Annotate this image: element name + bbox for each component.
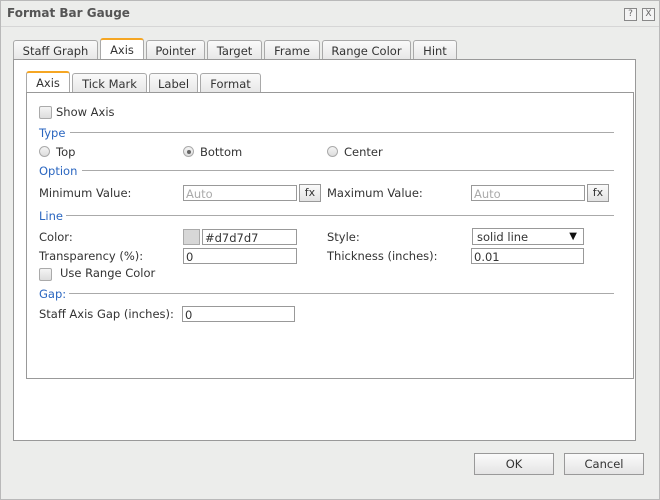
subtab-axis[interactable]: Axis bbox=[26, 71, 70, 94]
use-range-color-checkbox[interactable] bbox=[39, 268, 52, 281]
tab-frame[interactable]: Frame bbox=[264, 40, 320, 60]
transparency-input[interactable]: 0 bbox=[183, 248, 297, 264]
gap-divider bbox=[69, 293, 614, 294]
tab-range-color[interactable]: Range Color bbox=[322, 40, 411, 60]
style-select[interactable]: solid line ▼ bbox=[472, 228, 584, 245]
tab-staff-graph[interactable]: Staff Graph bbox=[13, 40, 98, 60]
minimum-value-label: Minimum Value: bbox=[39, 186, 132, 200]
title-bar[interactable]: Format Bar Gauge ? X bbox=[1, 1, 659, 27]
tab-target[interactable]: Target bbox=[207, 40, 262, 60]
line-divider bbox=[66, 215, 614, 216]
thickness-label: Thickness (inches): bbox=[327, 249, 438, 263]
type-center-radio[interactable] bbox=[327, 146, 338, 157]
maximum-value-input[interactable]: Auto bbox=[471, 185, 585, 201]
maximum-value-fx-button[interactable]: fx bbox=[587, 184, 609, 202]
option-section-label: Option bbox=[39, 164, 78, 178]
thickness-input[interactable]: 0.01 bbox=[471, 248, 584, 264]
dialog-title: Format Bar Gauge bbox=[7, 6, 130, 20]
staff-axis-gap-label: Staff Axis Gap (inches): bbox=[39, 307, 174, 321]
cancel-button[interactable]: Cancel bbox=[564, 453, 644, 475]
style-select-value: solid line bbox=[477, 230, 529, 244]
type-divider bbox=[70, 132, 614, 133]
maximum-value-label: Maximum Value: bbox=[327, 186, 423, 200]
gap-section-label: Gap: bbox=[39, 287, 67, 301]
subtab-tick-mark[interactable]: Tick Mark bbox=[72, 73, 147, 93]
tab-axis[interactable]: Axis bbox=[100, 38, 144, 61]
type-bottom-label: Bottom bbox=[200, 145, 243, 159]
type-top-radio[interactable] bbox=[39, 146, 50, 157]
minimum-value-fx-button[interactable]: fx bbox=[299, 184, 321, 202]
show-axis-checkbox[interactable] bbox=[39, 106, 52, 119]
close-icon[interactable]: X bbox=[642, 8, 655, 21]
type-top-label: Top bbox=[56, 145, 76, 159]
tab-pointer[interactable]: Pointer bbox=[146, 40, 205, 60]
minimum-value-input[interactable]: Auto bbox=[183, 185, 297, 201]
tab-hint[interactable]: Hint bbox=[413, 40, 457, 60]
subtab-format[interactable]: Format bbox=[200, 73, 261, 93]
color-input[interactable]: #d7d7d7 bbox=[202, 229, 297, 245]
help-icon[interactable]: ? bbox=[624, 8, 637, 21]
ok-button[interactable]: OK bbox=[474, 453, 554, 475]
subtab-label[interactable]: Label bbox=[149, 73, 198, 93]
line-section-label: Line bbox=[39, 209, 63, 223]
type-bottom-radio[interactable] bbox=[183, 146, 194, 157]
option-divider bbox=[82, 170, 614, 171]
staff-axis-gap-input[interactable]: 0 bbox=[182, 306, 295, 322]
show-axis-label: Show Axis bbox=[56, 105, 115, 119]
style-label: Style: bbox=[327, 230, 360, 244]
use-range-color-label: Use Range Color bbox=[60, 266, 156, 280]
type-center-label: Center bbox=[344, 145, 383, 159]
transparency-label: Transparency (%): bbox=[39, 249, 144, 263]
chevron-down-icon: ▼ bbox=[569, 231, 577, 242]
color-swatch[interactable] bbox=[183, 229, 200, 245]
type-section-label: Type bbox=[39, 126, 66, 140]
color-label: Color: bbox=[39, 230, 73, 244]
